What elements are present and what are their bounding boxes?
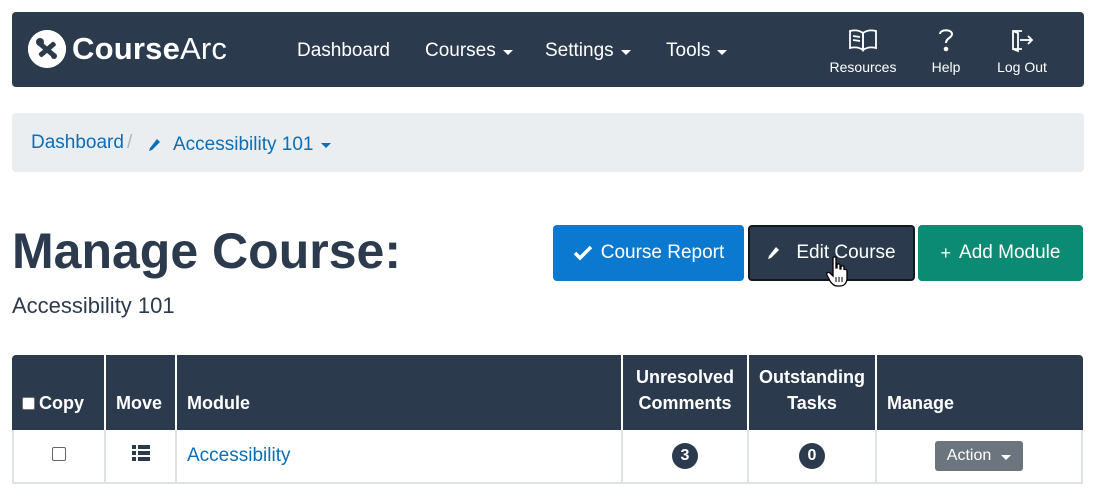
question-icon (906, 26, 986, 54)
modules-table: Copy Move Module Unresolved Comments Out… (12, 355, 1083, 484)
manage-cell: Action (877, 430, 1083, 484)
nav-courses-label: Courses (425, 40, 496, 61)
nav-help-label: Help (931, 59, 961, 75)
breadcrumb-course-dropdown[interactable]: Accessibility 101 (148, 134, 332, 156)
course-report-label: Course Report (600, 242, 725, 263)
table-row: Accessibility 3 0 Action (12, 430, 1083, 484)
module-column-header: Module (177, 355, 623, 430)
copy-row-checkbox[interactable] (52, 447, 66, 461)
pencil-icon (148, 138, 161, 152)
action-dropdown-button[interactable]: Action (934, 441, 1024, 471)
manage-column-header: Manage (877, 355, 1083, 430)
copy-cell (12, 430, 106, 484)
move-column-header: Move (106, 355, 177, 430)
nav-settings-dropdown[interactable]: Settings (545, 40, 631, 62)
brand-logo-link[interactable]: CourseArc (28, 28, 227, 70)
table-header-row: Copy Move Module Unresolved Comments Out… (12, 355, 1083, 430)
outstanding-tasks-badge: 0 (799, 443, 825, 469)
chevron-down-icon (717, 49, 728, 55)
chevron-down-icon (502, 49, 513, 55)
top-navbar: CourseArc Dashboard Courses Settings Too… (12, 12, 1084, 87)
breadcrumb: Dashboard / Accessibility 101 (12, 113, 1084, 172)
unresolved-header-line1: Unresolved (635, 367, 735, 387)
hand-pointer-cursor-icon (826, 256, 848, 293)
nav-dashboard[interactable]: Dashboard (297, 40, 390, 62)
page-title: Manage Course: (12, 223, 401, 279)
nav-courses-dropdown[interactable]: Courses (425, 40, 513, 62)
chevron-down-icon (620, 49, 631, 55)
pencil-icon (767, 246, 780, 260)
page-subtitle: Accessibility 101 (12, 293, 175, 318)
chevron-down-icon (1001, 454, 1012, 460)
nav-logout[interactable]: Log Out (982, 26, 1062, 75)
breadcrumb-dashboard-link[interactable]: Dashboard (31, 132, 124, 154)
breadcrumb-separator: / (127, 132, 133, 153)
logout-icon (982, 26, 1062, 54)
nav-resources[interactable]: Resources (823, 26, 903, 75)
copy-header-label: Copy (39, 393, 84, 413)
checkmark-icon (573, 245, 593, 261)
select-all-checkbox[interactable] (22, 397, 35, 410)
add-module-label: Add Module (959, 242, 1061, 263)
course-report-button[interactable]: Course Report (553, 225, 744, 281)
module-link[interactable]: Accessibility (187, 445, 290, 466)
nav-tools-label: Tools (666, 40, 711, 61)
outstanding-tasks-header: Outstanding Tasks (749, 355, 877, 430)
outstanding-header-line1: Outstanding (759, 367, 865, 387)
list-drag-handle-icon[interactable] (131, 445, 150, 461)
nav-help[interactable]: Help (906, 26, 986, 75)
book-icon (823, 26, 903, 54)
coursearc-logo-icon (28, 30, 66, 68)
outstanding-tasks-cell: 0 (749, 430, 877, 484)
brand-name: CourseArc (72, 31, 228, 66)
unresolved-header-line2: Comments (638, 393, 732, 413)
nav-dashboard-label: Dashboard (297, 40, 390, 61)
add-module-button[interactable]: + Add Module (918, 225, 1083, 281)
copy-column-header: Copy (12, 355, 106, 430)
unresolved-comments-cell: 3 (623, 430, 749, 484)
unresolved-comments-badge: 3 (672, 443, 698, 469)
nav-resources-label: Resources (829, 59, 897, 75)
nav-tools-dropdown[interactable]: Tools (666, 40, 728, 62)
nav-settings-label: Settings (545, 40, 614, 61)
breadcrumb-course-label: Accessibility 101 (173, 134, 314, 155)
action-label: Action (946, 447, 992, 464)
unresolved-comments-header: Unresolved Comments (623, 355, 749, 430)
plus-icon: + (940, 242, 952, 263)
module-cell: Accessibility (177, 430, 623, 484)
move-cell (106, 430, 177, 484)
nav-logout-label: Log Out (997, 59, 1047, 75)
chevron-down-icon (321, 142, 332, 148)
outstanding-header-line2: Tasks (787, 393, 837, 413)
